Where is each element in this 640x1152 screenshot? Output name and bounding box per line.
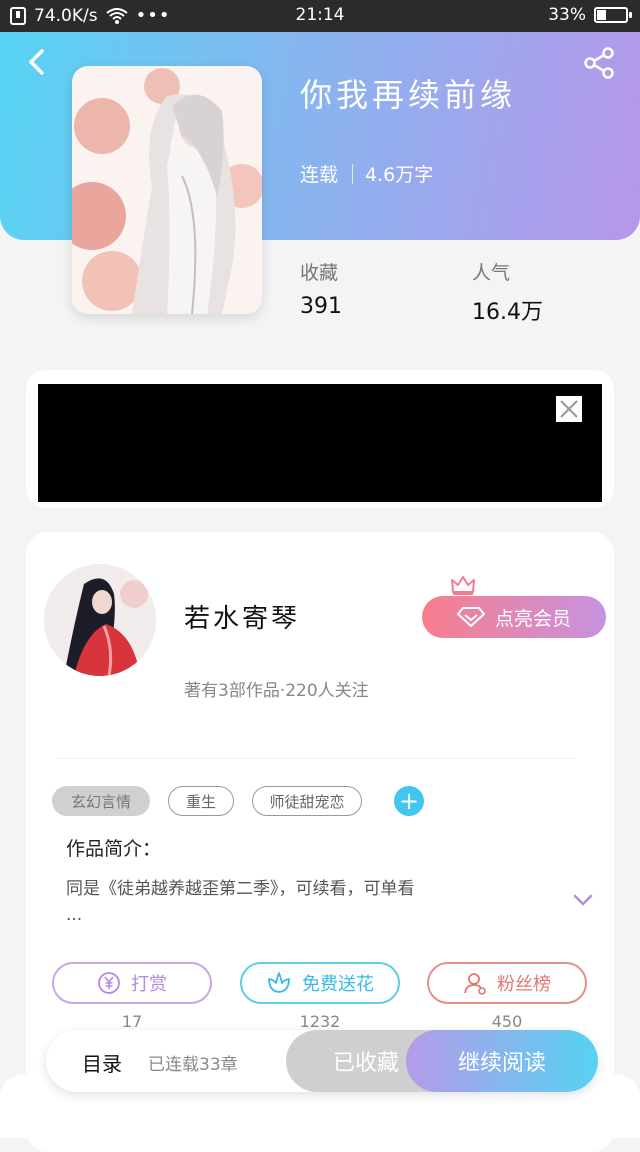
fans-label: 粉丝榜	[497, 974, 551, 995]
ad-image[interactable]	[38, 384, 602, 502]
cover-illustration	[72, 66, 262, 314]
divider	[56, 758, 576, 759]
status-right: 33%	[548, 5, 632, 25]
status-bar: 74.0K/s ••• 21:14 33%	[0, 0, 640, 32]
flower-label: 免费送花	[302, 974, 374, 995]
toc-status[interactable]: 已连载33章	[148, 1050, 238, 1075]
reward-button[interactable]: 打赏	[52, 962, 212, 1004]
bottom-action-bar: 目录 已连载33章 已收藏 继续阅读	[46, 1030, 598, 1092]
avatar-illustration	[44, 564, 156, 676]
favorites-value: 391	[300, 294, 342, 319]
favorites-label: 收藏	[300, 262, 339, 284]
fans-count: 450	[491, 1012, 523, 1031]
author-avatar[interactable]	[44, 564, 156, 676]
chevron-left-icon[interactable]	[22, 46, 54, 78]
popularity-value: 16.4万	[472, 300, 543, 325]
continue-reading-button[interactable]: 继续阅读	[406, 1030, 598, 1092]
intro-ellipsis: ...	[66, 905, 83, 925]
intro-title: 作品简介：	[66, 838, 162, 860]
send-flower-button[interactable]: 免费送花	[240, 962, 400, 1004]
reward-label: 打赏	[131, 974, 167, 995]
battery-fill	[597, 10, 606, 20]
battery-icon	[594, 7, 632, 23]
activate-vip-button[interactable]: 点亮会员	[422, 596, 606, 638]
ad-banner	[26, 370, 614, 508]
toc-button[interactable]: 目录	[82, 1048, 122, 1077]
chevron-down-icon[interactable]	[572, 892, 594, 908]
close-icon[interactable]	[556, 396, 582, 422]
fan-ranking-button[interactable]: 粉丝榜	[427, 962, 587, 1004]
flower-icon	[268, 972, 290, 993]
yen-coin-icon	[98, 972, 120, 994]
battery-percent: 33%	[548, 5, 586, 25]
author-name[interactable]: 若水寄琴	[184, 598, 300, 635]
diamond-icon	[456, 607, 485, 627]
book-meta: 连载 4.6万字	[300, 160, 433, 187]
vip-button-label: 点亮会员	[494, 607, 571, 630]
crown-icon	[451, 576, 475, 595]
tag-item[interactable]: 重生	[168, 786, 234, 816]
popularity-label: 人气	[472, 262, 511, 284]
user-icon	[464, 973, 486, 995]
intro-text: 同是《徒弟越养越歪第二季》，可续看，可单看 ...	[66, 876, 546, 928]
book-title: 你我再续前缘	[300, 76, 517, 114]
author-summary: 著有3部作品·220人关注	[184, 681, 369, 701]
share-icon[interactable]	[582, 46, 616, 80]
reward-count: 17	[121, 1012, 143, 1031]
tag-item[interactable]: 师徒甜宠恋	[252, 786, 362, 816]
meta-divider	[352, 163, 354, 184]
plus-icon[interactable]: +	[394, 786, 424, 816]
tag-item[interactable]: 玄幻言情	[52, 786, 150, 816]
serial-status: 连载	[300, 164, 339, 186]
intro-body: 同是《徒弟越养越歪第二季》，可续看，可单看	[66, 879, 415, 899]
flower-count: 1232	[299, 1012, 341, 1031]
status-time: 21:14	[295, 5, 345, 25]
book-cover[interactable]	[72, 66, 262, 314]
word-count: 4.6万字	[365, 164, 434, 186]
